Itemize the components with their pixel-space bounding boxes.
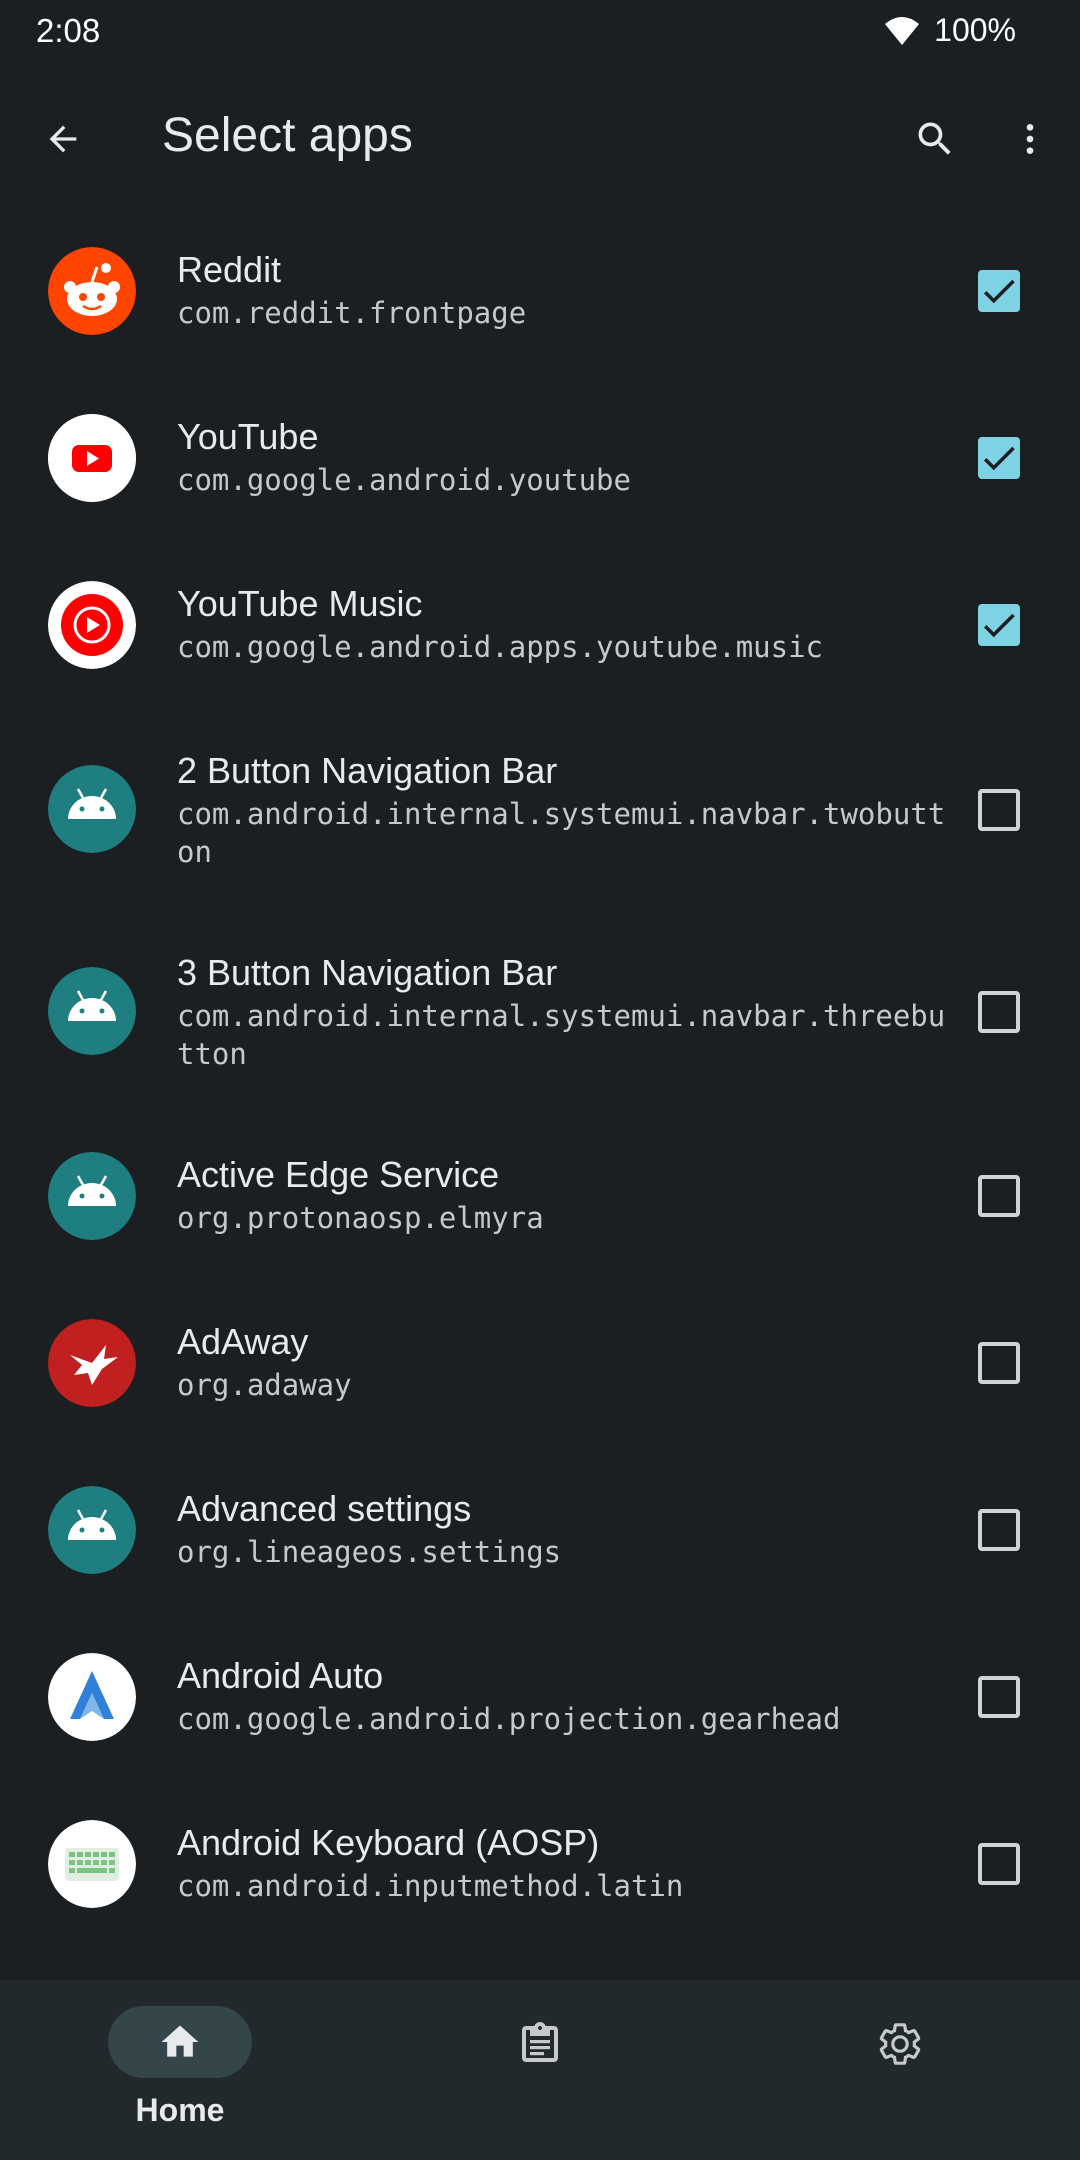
wifi-icon (884, 16, 920, 46)
gear-icon (876, 2020, 924, 2068)
app-checkbox[interactable] (978, 1843, 1020, 1885)
nav-label-home: Home (135, 2092, 225, 2128)
app-checkbox[interactable] (978, 604, 1020, 646)
clipboard-icon (516, 2020, 564, 2068)
app-name: Active Edge Service (177, 1154, 500, 1195)
app-name: YouTube Music (177, 583, 423, 624)
more-vert-icon (1010, 117, 1050, 166)
app-text: Advanced settings org.lineageos.settings (177, 1487, 957, 1571)
app-bar: Select apps (0, 82, 1080, 192)
app-checkbox[interactable] (978, 1342, 1020, 1384)
app-package: com.android.internal.systemui.navbar.thr… (177, 999, 946, 1071)
app-row[interactable]: 2 Button Navigation Bar com.android.inte… (0, 701, 1080, 903)
battery-level: 100% (934, 12, 1016, 48)
app-package: com.google.android.projection.gearhead (177, 1702, 841, 1736)
youtube-icon (48, 414, 136, 502)
app-text: 3 Button Navigation Bar com.android.inte… (177, 951, 957, 1073)
status-time: 2:08 (36, 12, 101, 49)
app-text: Android Auto com.google.android.projecti… (177, 1654, 957, 1738)
nav-item-settings[interactable] (720, 1980, 1080, 2160)
page-title: Select apps (162, 109, 413, 162)
adaway-icon (48, 1319, 136, 1407)
app-row[interactable]: Android Auto com.google.android.projecti… (0, 1606, 1080, 1773)
app-package: com.android.inputmethod.latin (177, 1869, 684, 1903)
android-icon (48, 1152, 136, 1240)
status-indicators: 100% (884, 12, 1016, 49)
app-row[interactable]: YouTube com.google.android.youtube (0, 367, 1080, 534)
home-icon (161, 2025, 199, 2057)
app-name: Reddit (177, 249, 282, 290)
search-button[interactable] (900, 106, 970, 176)
app-package: com.google.android.apps.youtube.music (177, 630, 824, 664)
more-options-button[interactable] (1000, 106, 1060, 176)
android-icon (48, 1486, 136, 1574)
android-auto-icon (48, 1653, 136, 1741)
app-package: com.reddit.frontpage (177, 296, 527, 330)
app-name: 3 Button Navigation Bar (177, 952, 558, 993)
app-row[interactable]: AdAway org.adaway (0, 1272, 1080, 1439)
nav-item-home[interactable]: Home (0, 1980, 360, 2160)
arrow-back-icon (43, 119, 83, 164)
app-row[interactable]: 3 Button Navigation Bar com.android.inte… (0, 903, 1080, 1105)
status-bar: 2:08 100% (0, 0, 1080, 66)
app-text: YouTube Music com.google.android.apps.yo… (177, 582, 957, 666)
android-icon (48, 765, 136, 853)
app-text: 2 Button Navigation Bar com.android.inte… (177, 749, 957, 871)
app-row[interactable]: Advanced settings org.lineageos.settings (0, 1439, 1080, 1606)
app-package: org.lineageos.settings (177, 1535, 562, 1569)
app-name: 2 Button Navigation Bar (177, 750, 558, 791)
app-name: YouTube (177, 416, 319, 457)
app-row[interactable]: YouTube Music com.google.android.apps.yo… (0, 534, 1080, 701)
app-row[interactable]: Reddit com.reddit.frontpage (0, 200, 1080, 367)
app-text: Active Edge Service org.protonaosp.elmyr… (177, 1153, 957, 1237)
app-list: Reddit com.reddit.frontpage YouTube com.… (0, 200, 1080, 1940)
app-checkbox[interactable] (978, 1175, 1020, 1217)
app-checkbox[interactable] (978, 270, 1020, 312)
reddit-icon (48, 247, 136, 335)
app-name: Advanced settings (177, 1488, 472, 1529)
app-checkbox[interactable] (978, 1676, 1020, 1718)
android-icon (48, 967, 136, 1055)
app-package: org.protonaosp.elmyra (177, 1201, 544, 1235)
bottom-navigation: Home (0, 1980, 1080, 2160)
check-icon (983, 279, 1015, 304)
app-checkbox[interactable] (978, 991, 1020, 1033)
app-checkbox[interactable] (978, 789, 1020, 831)
check-icon (983, 613, 1015, 638)
app-package: com.android.internal.systemui.navbar.two… (177, 797, 946, 869)
nav-item-logs[interactable] (360, 1980, 720, 2160)
check-icon (983, 446, 1015, 471)
app-name: Android Keyboard (AOSP) (177, 1822, 600, 1863)
app-checkbox[interactable] (978, 1509, 1020, 1551)
back-button[interactable] (28, 106, 98, 176)
app-package: com.google.android.youtube (177, 463, 631, 497)
app-text: YouTube com.google.android.youtube (177, 415, 957, 499)
nav-active-indicator (108, 2006, 252, 2078)
keyboard-icon (48, 1820, 136, 1908)
search-icon (913, 117, 957, 166)
app-name: Android Auto (177, 1655, 384, 1696)
app-text: Reddit com.reddit.frontpage (177, 248, 957, 332)
app-row[interactable]: Android Keyboard (AOSP) com.android.inpu… (0, 1773, 1080, 1940)
app-checkbox[interactable] (978, 437, 1020, 479)
youtube-music-icon (48, 581, 136, 669)
app-text: Android Keyboard (AOSP) com.android.inpu… (177, 1821, 957, 1905)
app-row[interactable]: Active Edge Service org.protonaosp.elmyr… (0, 1105, 1080, 1272)
app-name: AdAway (177, 1321, 309, 1362)
app-package: org.adaway (177, 1368, 352, 1402)
app-text: AdAway org.adaway (177, 1320, 957, 1404)
